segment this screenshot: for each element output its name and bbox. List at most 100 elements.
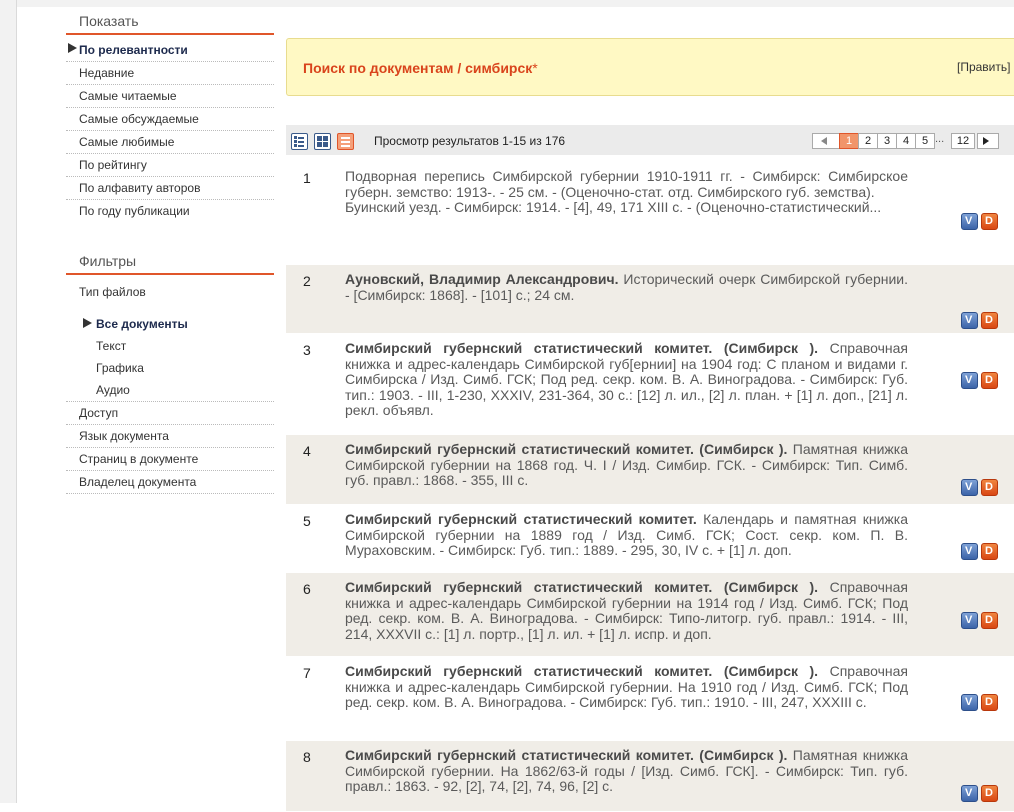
active-arrow-icon (83, 318, 92, 328)
sort-most-read[interactable]: Самые читаемые (66, 85, 274, 108)
view-icon[interactable] (961, 312, 978, 329)
result-text[interactable]: Симбирский губернский статистический ком… (345, 657, 908, 715)
filter-label: Владелец документа (79, 475, 197, 489)
result-text[interactable]: Симбирский губернский статистический ком… (345, 334, 908, 423)
result-author: Симбирский губернский статистический ком… (345, 511, 697, 527)
filter-page-count[interactable]: Страниц в документе (66, 448, 274, 471)
sort-label: По алфавиту авторов (79, 181, 201, 195)
show-heading: Показать (66, 7, 274, 35)
result-text[interactable]: Симбирский губернский статистический ком… (345, 435, 908, 493)
file-type-label: Текст (96, 339, 127, 353)
result-author: Симбирский губернский статистический ком… (345, 663, 819, 679)
result-text[interactable]: Симбирский губернский статистический ком… (345, 505, 908, 563)
result-actions (961, 213, 1001, 231)
list-view-icon[interactable] (291, 133, 308, 150)
page-2[interactable]: 2 (858, 133, 878, 149)
filter-access[interactable]: Доступ (66, 401, 274, 425)
result-number: 4 (303, 443, 311, 459)
sidebar: Показать По релевантности Недавние Самые… (66, 7, 274, 494)
sort-label: По релевантности (79, 43, 188, 57)
result-row[interactable]: 4 Симбирский губернский статистический к… (286, 435, 1014, 505)
result-row[interactable]: 8 Симбирский губернский статистический к… (286, 741, 1014, 812)
file-type-all[interactable]: Все документы (66, 313, 274, 335)
result-actions (961, 543, 1001, 561)
next-page-button[interactable] (977, 133, 999, 149)
filter-label: Язык документа (79, 429, 169, 443)
result-description-more: Буинский уезд. - Симбирск: 1914. - [4], … (345, 199, 882, 215)
search-title-text: Поиск по документам / симбирск (303, 60, 533, 76)
grid-view-icon[interactable] (314, 133, 331, 150)
result-number: 5 (303, 513, 311, 529)
download-icon[interactable] (981, 612, 998, 629)
view-icon[interactable] (961, 372, 978, 389)
sort-label: Недавние (79, 66, 135, 80)
sort-label: Самые любимые (79, 135, 175, 149)
result-number: 7 (303, 665, 311, 681)
download-icon[interactable] (981, 312, 998, 329)
compact-view-icon[interactable] (337, 133, 354, 150)
result-author: Симбирский губернский статистический ком… (345, 340, 819, 356)
page-12[interactable]: 12 (951, 133, 975, 149)
result-number: 6 (303, 581, 311, 597)
result-text[interactable]: Ауновский, Владимир Александрович. Истор… (345, 265, 908, 307)
page-5[interactable]: 5 (915, 133, 935, 149)
result-row[interactable]: 5 Симбирский губернский статистический к… (286, 505, 1014, 573)
result-number: 2 (303, 273, 311, 289)
result-text[interactable]: Симбирский губернский статистический ком… (345, 573, 908, 646)
result-number: 8 (303, 749, 311, 765)
sort-relevance[interactable]: По релевантности (66, 39, 274, 62)
result-text[interactable]: Симбирский губернский статистический ком… (345, 741, 908, 799)
file-type-label: Аудио (96, 383, 130, 397)
results-toolbar: Просмотр результатов 1-15 из 176 1 2 3 4… (286, 125, 1014, 155)
view-icon[interactable] (961, 479, 978, 496)
page-4[interactable]: 4 (896, 133, 916, 149)
filter-owner[interactable]: Владелец документа (66, 471, 274, 494)
sort-most-discussed[interactable]: Самые обсуждаемые (66, 108, 274, 131)
download-icon[interactable] (981, 479, 998, 496)
filter-label: Страниц в документе (79, 452, 199, 466)
filter-file-type[interactable]: Тип файлов (66, 279, 274, 303)
filter-language[interactable]: Язык документа (66, 425, 274, 448)
result-actions (961, 694, 1001, 712)
sort-pub-year[interactable]: По году публикации (66, 200, 274, 222)
result-author: Ауновский, Владимир Александрович. (345, 271, 619, 287)
result-row[interactable]: 1 Подворная перепись Симбирской губернии… (286, 162, 1014, 265)
file-type-graphics[interactable]: Графика (66, 357, 274, 379)
page-1[interactable]: 1 (839, 133, 859, 149)
sort-rating[interactable]: По рейтингу (66, 154, 274, 177)
file-type-text[interactable]: Текст (66, 335, 274, 357)
result-number: 3 (303, 342, 311, 358)
sort-recent[interactable]: Недавние (66, 62, 274, 85)
view-icon[interactable] (961, 785, 978, 802)
file-type-label: Все документы (96, 317, 188, 331)
result-actions (961, 785, 1001, 803)
view-icon[interactable] (961, 612, 978, 629)
download-icon[interactable] (981, 372, 998, 389)
search-title-star: * (532, 60, 538, 76)
download-icon[interactable] (981, 213, 998, 230)
result-row[interactable]: 3 Симбирский губернский статистический к… (286, 334, 1014, 435)
view-icon[interactable] (961, 694, 978, 711)
edit-search-link[interactable]: [Править] (957, 60, 1010, 74)
window-left-edge (0, 0, 17, 803)
filter-label: Доступ (79, 406, 119, 420)
sort-author-alpha[interactable]: По алфавиту авторов (66, 177, 274, 200)
result-row[interactable]: 7 Симбирский губернский статистический к… (286, 657, 1014, 741)
result-description: Подворная перепись Симбирской губернии 1… (345, 168, 908, 200)
result-text[interactable]: Подворная перепись Симбирской губернии 1… (345, 162, 908, 220)
result-row[interactable]: 6 Симбирский губернский статистический к… (286, 573, 1014, 657)
sort-label: По рейтингу (79, 158, 147, 172)
download-icon[interactable] (981, 785, 998, 802)
download-icon[interactable] (981, 543, 998, 560)
page-3[interactable]: 3 (877, 133, 897, 149)
sort-label: Самые читаемые (79, 89, 177, 103)
result-row[interactable]: 2 Ауновский, Владимир Александрович. Ист… (286, 265, 1014, 334)
download-icon[interactable] (981, 694, 998, 711)
view-icon[interactable] (961, 543, 978, 560)
sort-list: По релевантности Недавние Самые читаемые… (66, 39, 274, 222)
view-icon[interactable] (961, 213, 978, 230)
sort-most-liked[interactable]: Самые любимые (66, 131, 274, 154)
prev-page-button[interactable] (812, 133, 840, 149)
file-type-audio[interactable]: Аудио (66, 379, 274, 401)
